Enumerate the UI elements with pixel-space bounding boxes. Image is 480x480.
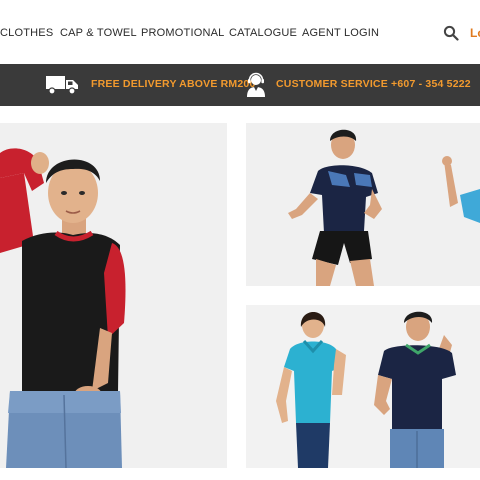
- nav-item-clothes[interactable]: CLOTHES: [0, 27, 53, 39]
- promo-bar: FREE DELIVERY ABOVE RM200 CUSTOMER SERVI…: [0, 64, 480, 106]
- model-sports-tee-illustration: [288, 129, 480, 286]
- product-image-polo-shirts[interactable]: [246, 305, 480, 468]
- product-image-sports-tee[interactable]: [246, 123, 480, 286]
- customer-service-text: CUSTOMER SERVICE +607 - 354 5222: [276, 78, 471, 90]
- product-image-raglan-tee[interactable]: [0, 123, 227, 468]
- nav-item-agent-login[interactable]: AGENT LOGIN: [302, 27, 379, 39]
- model-raglan-tee-illustration: [0, 148, 126, 468]
- nav-item-promotional[interactable]: PROMOTIONAL: [141, 27, 225, 39]
- search-icon[interactable]: [443, 25, 459, 41]
- truck-icon: [46, 76, 78, 95]
- models-polo-shirts-illustration: [276, 311, 456, 468]
- nav-item-catalogue[interactable]: CATALOGUE: [229, 27, 297, 39]
- login-link[interactable]: Lo: [470, 26, 480, 40]
- customer-service-agent-icon: [247, 72, 265, 97]
- top-navigation: CLOTHES CAP & TOWEL PROMOTIONAL CATALOGU…: [0, 0, 480, 64]
- nav-item-cap-towel[interactable]: CAP & TOWEL: [60, 27, 137, 39]
- free-delivery-text: FREE DELIVERY ABOVE RM200: [91, 78, 256, 90]
